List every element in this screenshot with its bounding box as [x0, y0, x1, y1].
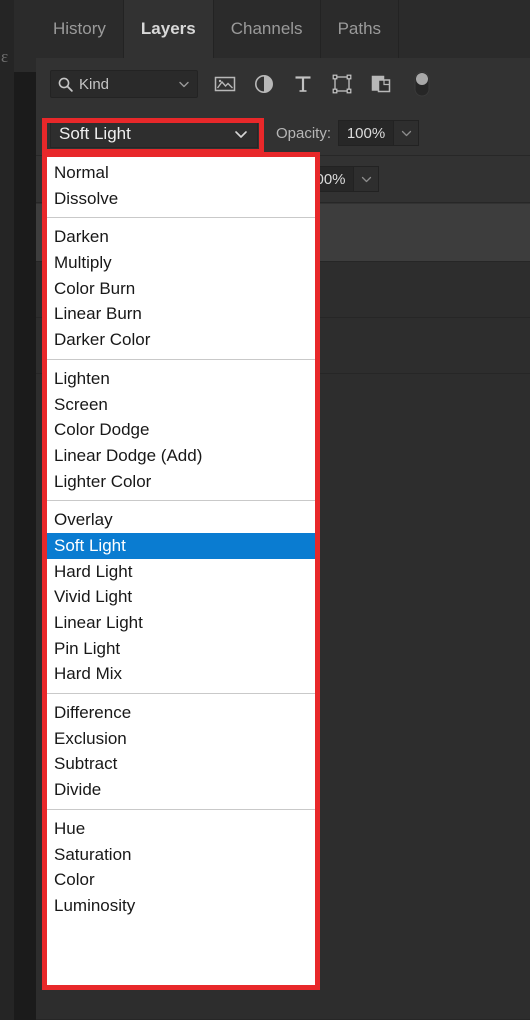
dropdown-item-difference[interactable]: Difference	[47, 700, 315, 726]
tab-paths[interactable]: Paths	[321, 0, 400, 58]
smart-object-filter-icon[interactable]	[368, 71, 394, 97]
blend-mode-value: Soft Light	[59, 123, 131, 143]
dropdown-item-darker-color[interactable]: Darker Color	[47, 327, 315, 353]
dropdown-separator	[47, 500, 315, 502]
dropdown-group: Darken Multiply Color Burn Linear Burn Darke…	[47, 224, 315, 352]
photoshop-layers-panel: ɛ History Layers Channels Paths Kind Sof…	[0, 0, 530, 1020]
dropdown-item-screen[interactable]: Screen	[47, 392, 315, 418]
dropdown-item-saturation[interactable]: Saturation	[47, 842, 315, 868]
dropdown-item-soft-light[interactable]: Soft Light	[47, 532, 315, 559]
dropdown-group: Lighten Screen Color Dodge Linear Dodge (Ad…	[47, 366, 315, 494]
dropdown-item-color[interactable]: Color	[47, 867, 315, 893]
panel-tab-bar: History Layers Channels Paths	[36, 0, 530, 58]
opacity-chevron-down-icon[interactable]	[394, 120, 420, 146]
dropdown-separator	[47, 358, 315, 360]
dropdown-group: Overlay Soft Light Hard Light Vivid Light Li…	[47, 507, 315, 687]
left-tab-gutter	[14, 0, 36, 72]
filter-kind-label: Kind	[79, 75, 110, 93]
filter-toggle-switch[interactable]	[407, 69, 431, 99]
dropdown-item-divide[interactable]: Divide	[47, 777, 315, 803]
type-layer-filter-icon[interactable]	[290, 71, 316, 97]
dropdown-item-multiply[interactable]: Multiply	[47, 250, 315, 276]
dropdown-item-subtract[interactable]: Subtract	[47, 751, 315, 777]
search-icon	[57, 76, 74, 93]
dropdown-separator	[47, 693, 315, 695]
opacity-label: Opacity:	[276, 124, 332, 142]
dropdown-item-color-dodge[interactable]: Color Dodge	[47, 417, 315, 443]
dropdown-item-linear-dodge-add[interactable]: Linear Dodge (Add)	[47, 443, 315, 469]
tab-bar-empty-space	[399, 0, 530, 58]
tab-history[interactable]: History	[36, 0, 124, 58]
opacity-control: Opacity: 100%	[276, 120, 420, 146]
blend-mode-dropdown-menu[interactable]: Normal Dissolve Darken Multiply Color Burn Li…	[42, 152, 320, 990]
dropdown-item-linear-burn[interactable]: Linear Burn	[47, 301, 315, 327]
clipped-edge-glyph: ɛ	[1, 47, 9, 66]
dropdown-item-normal[interactable]: Normal	[47, 160, 315, 186]
dropdown-group: Normal Dissolve	[47, 160, 315, 211]
pixel-layer-filter-icon[interactable]	[212, 71, 238, 97]
adjustment-layer-filter-icon[interactable]	[251, 71, 277, 97]
dropdown-item-lighter-color[interactable]: Lighter Color	[47, 469, 315, 495]
dropdown-item-hue[interactable]: Hue	[47, 816, 315, 842]
dropdown-item-vivid-light[interactable]: Vivid Light	[47, 584, 315, 610]
blend-mode-dropdown-list: Normal Dissolve Darken Multiply Color Burn Li…	[47, 157, 315, 985]
chevron-down-icon	[177, 77, 191, 91]
dropdown-separator	[47, 808, 315, 810]
dropdown-item-overlay[interactable]: Overlay	[47, 507, 315, 533]
blend-mode-row: Soft Light Opacity: 100%	[36, 110, 530, 156]
blend-mode-select[interactable]: Soft Light	[50, 118, 258, 148]
shape-layer-filter-icon[interactable]	[329, 71, 355, 97]
filter-kind-select[interactable]: Kind	[50, 70, 198, 98]
dropdown-item-exclusion[interactable]: Exclusion	[47, 726, 315, 752]
dropdown-item-dissolve[interactable]: Dissolve	[47, 186, 315, 212]
dropdown-item-linear-light[interactable]: Linear Light	[47, 610, 315, 636]
layer-filter-row: Kind	[36, 60, 530, 108]
dropdown-item-darken[interactable]: Darken	[47, 224, 315, 250]
dropdown-item-hard-mix[interactable]: Hard Mix	[47, 661, 315, 687]
left-dock-gutter	[0, 0, 14, 1020]
fill-chevron-down-icon[interactable]	[354, 166, 380, 192]
tab-layers[interactable]: Layers	[123, 0, 214, 58]
dropdown-item-lighten[interactable]: Lighten	[47, 366, 315, 392]
left-panel-gutter	[14, 72, 36, 1020]
dropdown-item-pin-light[interactable]: Pin Light	[47, 636, 315, 662]
dropdown-item-hard-light[interactable]: Hard Light	[47, 559, 315, 585]
dropdown-group: Hue Saturation Color Luminosity	[47, 816, 315, 919]
dropdown-item-luminosity[interactable]: Luminosity	[47, 893, 315, 919]
dropdown-item-color-burn[interactable]: Color Burn	[47, 276, 315, 302]
tab-channels[interactable]: Channels	[214, 0, 321, 58]
dropdown-separator	[47, 217, 315, 219]
layer-type-filter-icons	[212, 69, 431, 99]
opacity-input[interactable]: 100%	[338, 120, 395, 146]
chevron-down-icon	[233, 126, 249, 142]
dropdown-group: Difference Exclusion Subtract Divide	[47, 700, 315, 803]
